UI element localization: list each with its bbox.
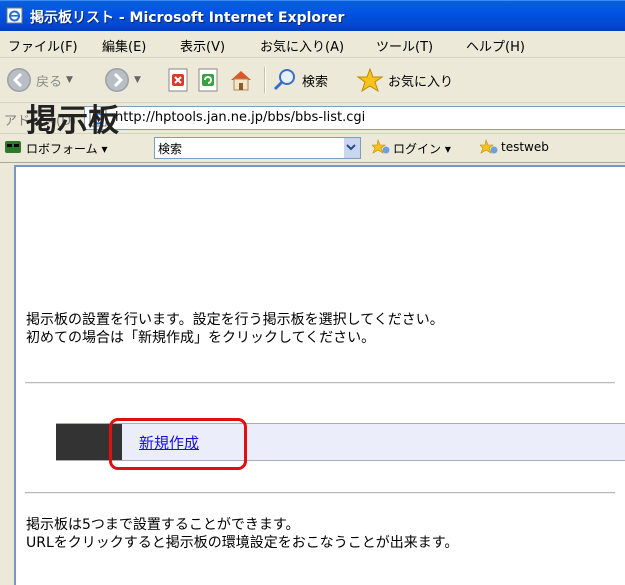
search-label: 検索 [302,74,329,90]
roboform-icon [5,141,21,153]
testweb-link[interactable]: testweb [501,140,549,154]
intro-text-line-1: 掲示板の設置を行います。設定を行う掲示板を選択してください。 [26,312,444,328]
title-bar[interactable]: 掲示板リスト - Microsoft Internet Explorer [0,0,625,31]
favorites-label: お気に入り [388,74,454,90]
home-button[interactable] [228,65,254,95]
roboform-search-input[interactable]: 検索 [154,137,346,159]
search-dropdown-button[interactable] [344,137,361,159]
back-dropdown-icon[interactable]: ▼ [66,75,73,85]
back-button[interactable]: 戻る ▼ [6,65,73,95]
home-icon [231,71,251,91]
toolbar-separator [264,67,266,93]
intro-text-line-2: 初めての場合は「新規作成」をクリックしてください。 [26,330,376,346]
favorites-button[interactable]: お気に入り [356,65,453,95]
address-input[interactable]: http://hptools.jan.ne.jp/bbs/bbs-list.cg… [84,106,625,130]
testweb-icon [480,139,498,154]
window-title: 掲示板リスト - Microsoft Internet Explorer [30,10,345,26]
menu-file[interactable]: ファイル(F) [8,36,78,55]
back-label: 戻る [36,74,63,90]
divider [25,382,615,384]
highlight-annotation [109,418,247,470]
ie-window: 掲示板リスト - Microsoft Internet Explorer ファイ… [0,0,625,585]
login-button[interactable]: ログイン ▾ [393,140,451,157]
chevron-down-icon [346,144,356,151]
note-text-line-2: URLをクリックすると掲示板の環境設定をおこなうことが出来ます。 [26,535,459,551]
menu-tools[interactable]: ツール(T) [376,36,433,55]
menu-view[interactable]: 表示(V) [180,36,225,55]
divider [25,492,615,494]
favorites-star-icon [356,67,384,93]
refresh-button[interactable] [196,65,220,95]
page-title: 掲示板 [26,103,119,139]
address-url: http://hptools.jan.ne.jp/bbs/bbs-list.cg… [115,110,366,125]
forward-button[interactable]: ▼ [104,65,141,95]
note-text-line-1: 掲示板は5つまで設置することができます。 [26,517,300,533]
roboform-menu[interactable]: ロボフォーム ▾ [26,140,107,157]
roboform-label: ロボフォーム [26,142,98,156]
login-label: ログイン [393,142,442,156]
menu-favorites[interactable]: お気に入り(A) [260,36,344,55]
menu-edit[interactable]: 編集(E) [102,36,146,55]
forward-dropdown-icon[interactable]: ▼ [134,75,141,85]
roboform-search-value: 検索 [158,142,183,156]
stop-button[interactable] [166,65,190,95]
menu-help[interactable]: ヘルプ(H) [466,36,525,55]
refresh-icon [198,68,218,92]
forward-arrow-icon [105,68,129,92]
search-button[interactable]: 検索 [272,65,328,95]
back-arrow-icon [7,68,31,92]
login-stars-icon [372,139,390,154]
ie-page-icon [6,7,23,24]
menu-bar: ファイル(F) 編集(E) 表示(V) お気に入り(A) ツール(T) ヘルプ(… [0,31,625,58]
stop-icon [168,68,188,92]
search-icon [273,69,295,91]
